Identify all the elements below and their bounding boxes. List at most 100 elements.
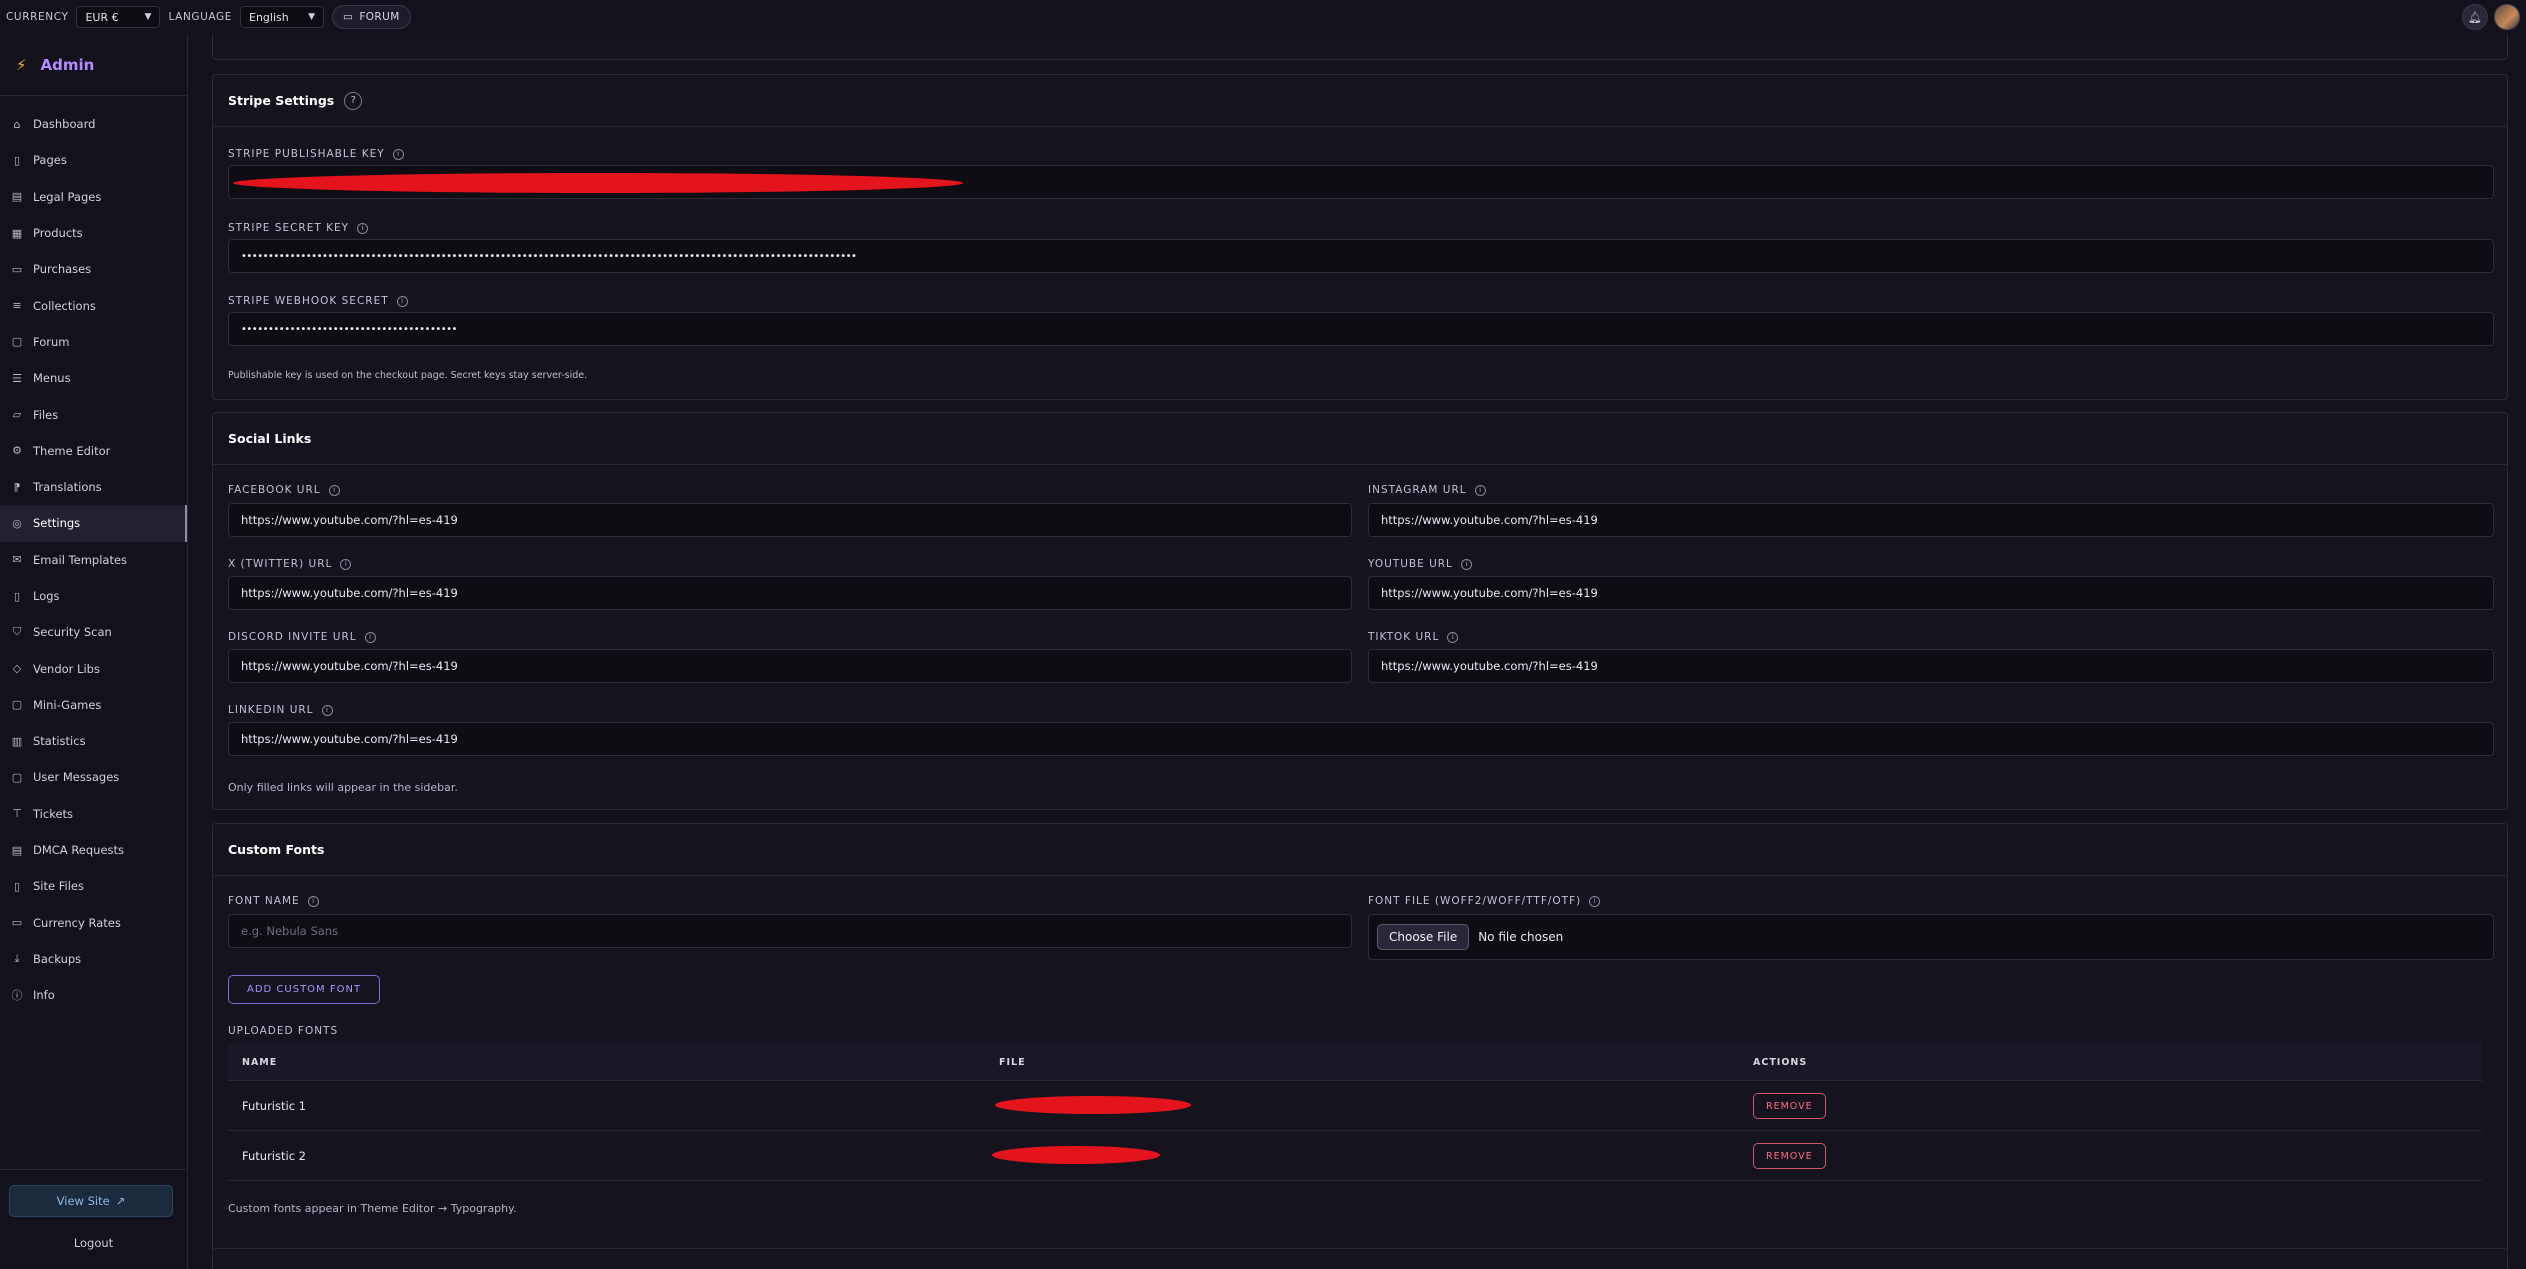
sidebar-item-files[interactable]: ▱ Files	[0, 396, 187, 432]
sidebar-item-theme-editor[interactable]: ⚙ Theme Editor	[0, 433, 187, 469]
sidebar-item-forum[interactable]: ▢ Forum	[0, 324, 187, 360]
download-icon: ⤓	[14, 951, 20, 965]
add-custom-font-button[interactable]: ADD CUSTOM FONT	[228, 975, 381, 1004]
tiktok-url-label: TIKTOK URL i	[1368, 631, 1459, 643]
info-icon[interactable]: i	[1460, 558, 1472, 570]
sidebar-item-label: Security Scan	[33, 625, 112, 640]
forum-button[interactable]: ▭ FORUM	[332, 5, 411, 29]
column-header-name: NAME	[242, 1056, 278, 1068]
logout-link[interactable]: Logout	[0, 1236, 187, 1250]
social-links-hint: Only filled links will appear in the sid…	[228, 781, 458, 794]
discord-url-label: DISCORD INVITE URL i	[228, 631, 376, 643]
sidebar-item-user-messages[interactable]: ▢ User Messages	[0, 759, 187, 795]
sidebar-item-info[interactable]: ⓘ Info	[0, 977, 187, 1013]
sidebar-item-label: Dashboard	[33, 117, 96, 132]
sidebar-item-dashboard[interactable]: ⌂ Dashboard	[0, 106, 187, 142]
sidebar-item-tickets[interactable]: ⊤ Tickets	[0, 796, 187, 832]
gear-icon: ⚙	[12, 444, 22, 458]
language-select[interactable]: English ▼	[240, 6, 324, 28]
view-site-button[interactable]: View Site ↗	[9, 1185, 173, 1217]
info-icon[interactable]: i	[357, 222, 369, 234]
sidebar-item-purchases[interactable]: ▭ Purchases	[0, 251, 187, 287]
info-icon[interactable]: i	[321, 704, 333, 716]
info-icon[interactable]: i	[328, 484, 340, 496]
redaction-mark	[995, 1096, 1191, 1114]
sidebar-item-label: DMCA Requests	[33, 843, 125, 858]
sidebar-item-translations[interactable]: ⁋ Translations	[0, 469, 187, 505]
font-name-input[interactable]: e.g. Nebula Sans	[228, 914, 1352, 948]
sidebar-item-label: Statistics	[33, 734, 86, 749]
file-status: No file chosen	[1478, 930, 1564, 944]
avatar[interactable]	[2494, 4, 2520, 30]
sidebar-item-label: Legal Pages	[33, 189, 102, 204]
sidebar-item-legal-pages[interactable]: ▤ Legal Pages	[0, 179, 187, 215]
sidebar-item-collections[interactable]: ≡ Collections	[0, 287, 187, 323]
sidebar-item-label: Theme Editor	[33, 443, 111, 458]
brand-name: Admin	[40, 55, 95, 74]
info-icon[interactable]: i	[392, 148, 404, 160]
redaction-mark	[233, 173, 963, 193]
sidebar-item-logs[interactable]: ▯ Logs	[0, 578, 187, 614]
youtube-url-label: YOUTUBE URL i	[1368, 558, 1472, 570]
stripe-secret-input[interactable]: ••••••••••••••••••••••••••••••••••••••••…	[228, 239, 2494, 273]
stripe-webhook-input[interactable]: ••••••••••••••••••••••••••••••••••••••••	[228, 312, 2494, 346]
help-icon[interactable]: ?	[344, 91, 363, 110]
chat-icon: ▢	[11, 335, 23, 349]
sidebar-item-settings[interactable]: ◎ Settings	[0, 505, 187, 542]
sidebar-nav: ⌂ Dashboard ▯ Pages ▤ Legal Pages ▦ Products ▭ Pu…	[0, 96, 187, 1013]
font-file-input[interactable]: Choose File No file chosen	[1368, 914, 2494, 960]
stripe-settings-card: Stripe Settings ? STRIPE PUBLISHABLE KEY…	[212, 74, 2508, 400]
remove-button[interactable]: REMOVE	[1753, 1093, 1826, 1119]
settings-icon: ◎	[12, 516, 22, 530]
sidebar-item-site-files[interactable]: ▯ Site Files	[0, 868, 187, 904]
twitter-url-input[interactable]: https://www.youtube.com/?hl=es-419	[228, 576, 1352, 610]
info-icon[interactable]: i	[1474, 484, 1486, 496]
youtube-url-input[interactable]: https://www.youtube.com/?hl=es-419	[1368, 576, 2494, 610]
font-name-label: FONT NAME i	[228, 895, 319, 907]
sidebar-item-label: Backups	[33, 951, 82, 966]
message-icon: ▢	[11, 770, 23, 784]
sidebar-item-backups[interactable]: ⤓ Backups	[0, 941, 187, 977]
sidebar-item-menus[interactable]: ☰ Menus	[0, 360, 187, 396]
notification-bell-icon[interactable]: 🔔︎	[2462, 4, 2488, 30]
chevron-down-icon: ▼	[308, 12, 315, 22]
sidebar-item-products[interactable]: ▦ Products	[0, 215, 187, 251]
bar-chart-icon: ▥	[11, 734, 23, 748]
choose-file-button[interactable]: Choose File	[1377, 924, 1470, 950]
sidebar-item-email-templates[interactable]: ✉ Email Templates	[0, 542, 187, 578]
sidebar-item-label: Translations	[33, 480, 102, 495]
sidebar-item-mini-games[interactable]: ▢ Mini-Games	[0, 687, 187, 723]
brand[interactable]: ⚡︎ Admin	[0, 34, 187, 96]
sidebar-item-pages[interactable]: ▯ Pages	[0, 142, 187, 178]
info-icon[interactable]: i	[340, 558, 352, 570]
sidebar-item-label: Collections	[33, 298, 96, 313]
tiktok-url-input[interactable]: https://www.youtube.com/?hl=es-419	[1368, 649, 2494, 683]
stripe-hint: Publishable key is used on the checkout …	[228, 370, 588, 381]
remove-button[interactable]: REMOVE	[1753, 1143, 1826, 1169]
info-icon[interactable]: i	[1589, 895, 1601, 907]
font-name-cell: Futuristic 1	[242, 1099, 306, 1113]
sidebar-item-dmca-requests[interactable]: ▤ DMCA Requests	[0, 832, 187, 868]
currency-select[interactable]: EUR € ▼	[76, 6, 161, 28]
custom-fonts-title: Custom Fonts	[228, 842, 325, 857]
sidebar-item-vendor-libs[interactable]: ◇ Vendor Libs	[0, 650, 187, 686]
stripe-publishable-label: STRIPE PUBLISHABLE KEY i	[228, 148, 404, 160]
sidebar-item-label: Products	[33, 226, 83, 241]
info-icon[interactable]: i	[396, 295, 408, 307]
gamepad-icon: ▢	[11, 698, 23, 712]
sidebar-item-currency-rates[interactable]: ▭ Currency Rates	[0, 905, 187, 941]
linkedin-url-input[interactable]: https://www.youtube.com/?hl=es-419	[228, 722, 2494, 756]
font-file-label: FONT FILE (WOFF2/WOFF/TTF/OTF) i	[1368, 895, 1601, 907]
facebook-url-input[interactable]: https://www.youtube.com/?hl=es-419	[228, 503, 1352, 537]
mail-icon: ✉	[12, 553, 22, 567]
discord-url-input[interactable]: https://www.youtube.com/?hl=es-419	[228, 649, 1352, 683]
info-icon[interactable]: i	[364, 631, 376, 643]
info-icon[interactable]: i	[1447, 631, 1459, 643]
info-icon[interactable]: i	[307, 895, 319, 907]
sidebar-item-label: Menus	[33, 371, 71, 386]
currency-label: CURRENCY	[6, 11, 69, 23]
external-link-icon: ↗	[115, 1194, 126, 1208]
sidebar-item-security-scan[interactable]: ⛉ Security Scan	[0, 614, 187, 650]
instagram-url-input[interactable]: https://www.youtube.com/?hl=es-419	[1368, 503, 2494, 537]
sidebar-item-statistics[interactable]: ▥ Statistics	[0, 723, 187, 759]
